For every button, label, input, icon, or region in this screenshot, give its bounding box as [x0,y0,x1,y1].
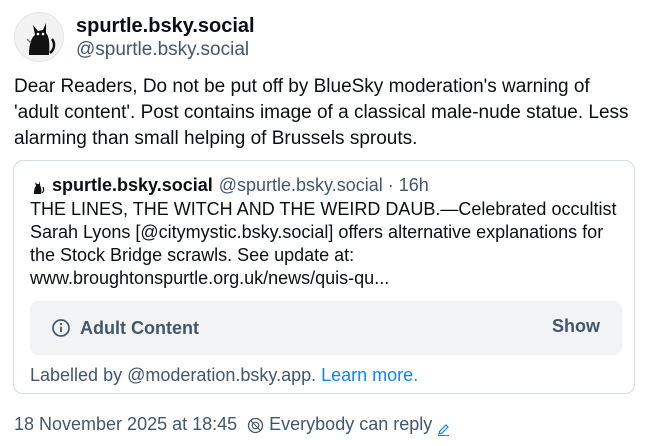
quoted-display-name[interactable]: spurtle.bsky.social [52,173,213,197]
quoted-post[interactable]: spurtle.bsky.social @spurtle.bsky.social… [13,160,635,394]
quoted-timestamp[interactable]: 16h [399,173,429,197]
quoted-handle[interactable]: @spurtle.bsky.social [219,173,383,197]
post-text: Dear Readers, Do not be put off by BlueS… [14,76,629,149]
post-footer: 18 November 2025 at 18:45 Everybody can … [14,412,450,436]
show-button[interactable]: Show [552,316,600,337]
quoted-post-text: THE LINES, THE WITCH AND THE WEIRD DAUB.… [30,199,617,288]
pencil-icon[interactable] [437,418,450,436]
separator-dot: · [387,175,394,195]
labelled-by-text: Labelled by @moderation.bsky.app. [30,365,317,385]
author-handle[interactable]: @spurtle.bsky.social [76,38,255,62]
quoted-post-header: spurtle.bsky.social @spurtle.bsky.social… [30,173,429,197]
post: spurtle.bsky.social @spurtle.bsky.social… [0,0,650,446]
post-timestamp: 18 November 2025 at 18:45 [14,414,238,434]
quoted-avatar [30,177,46,194]
warning-label: Adult Content [80,317,199,338]
content-warning: Adult Content Show [30,301,622,355]
reply-settings-icon [247,416,264,433]
learn-more-link[interactable]: Learn more. [321,365,418,385]
info-icon [51,318,71,338]
reply-setting-label[interactable]: Everybody can reply [269,412,432,436]
labelled-by: Labelled by @moderation.bsky.app. Learn … [30,363,418,387]
avatar[interactable] [14,12,64,62]
post-header: spurtle.bsky.social @spurtle.bsky.social [14,12,255,62]
author-display-name[interactable]: spurtle.bsky.social [76,14,255,38]
author-names: spurtle.bsky.social @spurtle.bsky.social [76,14,255,62]
